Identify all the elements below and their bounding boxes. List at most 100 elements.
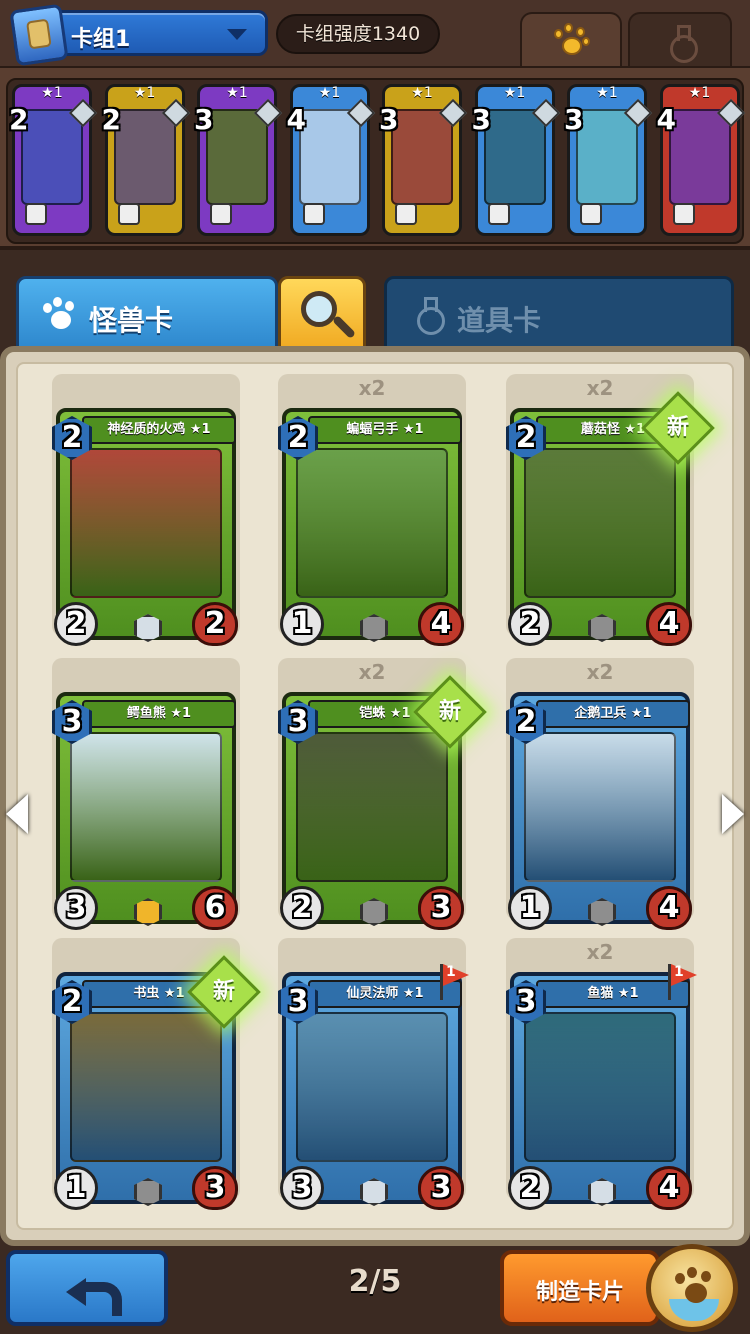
card-health: 3 [418,1166,464,1210]
monster-card[interactable]: x2 蘑菇怪 ★1 2 2 4 新 [506,374,715,646]
card-frame: 蘑菇怪 ★1 2 2 4 新 [506,391,715,646]
rarity-gem-icon [588,614,616,642]
rarity-gem-icon [360,614,388,642]
card-health: 4 [646,1166,692,1210]
card-type-icon [395,203,417,225]
card-name: 鳄鱼熊 ★1 [126,706,192,721]
page-indicator: 2/5 [348,1264,402,1299]
card-name-banner: 神经质的火鸡 ★1 [82,416,236,444]
deck-card[interactable]: ★1 3 [564,84,653,236]
tab-monster-cards[interactable]: 怪兽卡 [16,276,278,354]
deck-card-cost: 3 [194,103,214,136]
deck-selector[interactable]: 卡组1 [9,3,268,67]
back-button[interactable] [6,1250,168,1326]
deck-card[interactable]: ★1 4 [287,84,375,236]
card-health-value: 6 [204,890,226,925]
deck-card[interactable]: ★1 2 [102,84,190,236]
card-health: 4 [646,886,692,930]
card-name: 蝙蝠弓手 ★1 [346,422,424,437]
card-type-icon [487,203,510,225]
next-page-arrow[interactable] [722,794,744,834]
bottom-bar: 2/5 制造卡片 [0,1244,750,1334]
deck-card-art [206,109,268,205]
card-attack: 3 [280,1166,324,1210]
card-attack: 2 [280,886,324,930]
tab-item-deck[interactable] [628,12,732,68]
tab-monster-deck[interactable] [520,12,622,68]
card-health: 4 [418,602,464,646]
card-attack-value: 1 [65,1170,87,1205]
deck-power: 卡组强度1340 [276,14,440,54]
card-name-banner: 蝙蝠弓手 ★1 [308,416,462,444]
monster-card[interactable]: 仙灵法师 ★1 3 3 3 1 [278,938,466,1210]
tab-monster-label: 怪兽卡 [89,304,174,337]
flag-icon: 1 [666,962,702,1002]
deck-card[interactable]: ★1 3 [194,84,283,236]
monster-card[interactable]: x2 铠蛛 ★1 3 2 3 新 [278,658,487,930]
card-art [524,732,676,882]
deck-card-stars: ★1 [318,85,341,101]
potion-paw-icon[interactable] [646,1244,738,1332]
card-attack-value: 2 [291,890,313,925]
deck-card[interactable]: ★1 2 [9,84,98,236]
paw-icon [43,297,77,331]
card-name: 神经质的火鸡 ★1 [107,422,211,437]
card-cost-value: 2 [61,420,83,455]
card-cost-value: 2 [515,704,537,739]
card-attack: 2 [508,1166,552,1210]
monster-card[interactable]: x2 蝙蝠弓手 ★1 2 1 4 [278,374,466,646]
deck-card[interactable]: ★1 3 [379,84,468,236]
card-art [70,448,222,598]
paw-icon [552,23,590,57]
card-health: 3 [192,1166,238,1210]
card-health-value: 4 [658,1170,680,1205]
card-attack-value: 1 [519,890,541,925]
monster-card[interactable]: 鳄鱼熊 ★1 3 3 6 [52,658,240,930]
deck-card[interactable]: ★1 3 [472,84,560,236]
rarity-gem-icon [134,898,162,926]
prev-page-arrow[interactable] [6,794,28,834]
deck-card-stars: ★1 [688,85,711,101]
card-art [70,732,222,882]
card-frame: 书虫 ★1 2 1 3 新 [52,955,261,1210]
card-attack: 1 [54,1166,98,1210]
card-attack-value: 3 [291,1170,313,1205]
card-attack-value: 1 [291,606,313,641]
card-type-icon [580,203,602,225]
monster-card[interactable]: 神经质的火鸡 ★1 2 2 2 [52,374,240,646]
deck-name: 卡组1 [71,27,131,52]
deck-card-art [298,109,361,205]
deck-card-art [483,109,546,205]
card-health-value: 4 [430,606,452,641]
rarity-gem-icon [588,898,616,926]
new-badge-label: 新 [438,699,461,724]
tab-item-cards[interactable]: 道具卡 [384,276,734,354]
card-frame: 神经质的火鸡 ★1 2 2 2 [52,408,238,646]
flag-icon: 1 [438,962,474,1002]
deck-card-art [113,109,176,205]
monster-card[interactable]: 书虫 ★1 2 1 3 新 [52,938,261,1210]
craft-card-button[interactable]: 制造卡片 [500,1250,660,1326]
deck-card-cost: 4 [656,103,676,136]
card-cost-value: 3 [61,704,83,739]
deck-card-stars: ★1 [41,85,63,101]
card-frame: 蝙蝠弓手 ★1 2 1 4 [278,408,464,646]
deck-card[interactable]: ★1 4 [656,84,745,236]
deck-card-cost: 2 [9,103,29,136]
card-health-value: 3 [430,1170,452,1205]
card-frame: 鳄鱼熊 ★1 3 3 6 [52,692,238,930]
monster-card[interactable]: x2 鱼猫 ★1 3 2 4 1 [506,938,694,1210]
monster-card[interactable]: x2 企鹅卫兵 ★1 2 1 4 [506,658,694,930]
rarity-gem-icon [134,614,162,642]
flag-count: 1 [446,964,456,980]
card-cost-value: 2 [287,420,309,455]
card-quantity: x2 [358,660,386,684]
card-frame: 仙灵法师 ★1 3 3 3 1 [278,964,464,1210]
deck-card-stars: ★1 [411,85,433,101]
deck-card-stars: ★1 [596,85,618,101]
deck-card-art [576,109,638,205]
search-button[interactable] [278,276,366,354]
card-health-value: 4 [658,606,680,641]
card-health: 4 [646,602,692,646]
deck-card-stars: ★1 [503,85,526,101]
